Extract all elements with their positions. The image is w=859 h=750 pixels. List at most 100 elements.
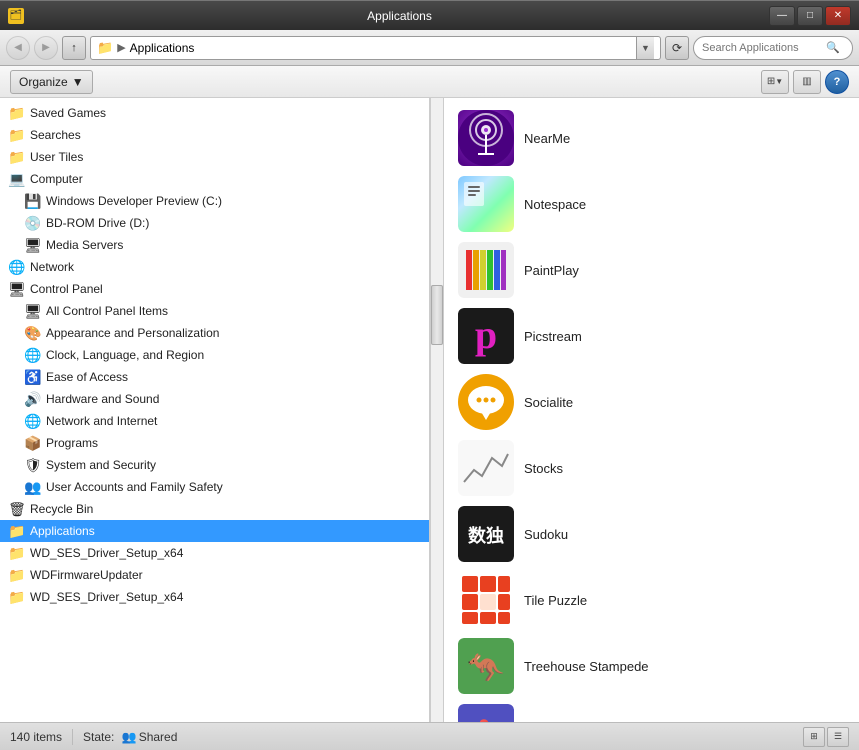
back-button[interactable]: ◀ <box>6 36 30 60</box>
tree-item-system-security[interactable]: 🛡System and Security <box>0 454 429 476</box>
tree-icon-recycle-bin: 🗑 <box>8 500 26 518</box>
status-bar: 140 items State: 👥 Shared ⊞ ☰ <box>0 722 859 750</box>
minimize-button[interactable]: — <box>769 6 795 26</box>
tree-item-bdrom[interactable]: 💿BD-ROM Drive (D:) <box>0 212 429 234</box>
tree-label-user-accounts: User Accounts and Family Safety <box>46 480 223 494</box>
tree-item-network-internet[interactable]: 🌐Network and Internet <box>0 410 429 432</box>
tree-item-applications[interactable]: 📁Applications <box>0 520 429 542</box>
tree-icon-appearance: 🎨 <box>24 324 42 342</box>
app-icon-sudoku: 数独 <box>458 506 514 562</box>
app-item-sudoku[interactable]: 数独 Sudoku <box>452 502 851 566</box>
tree-label-system-security: System and Security <box>46 458 156 472</box>
tree-item-control-panel[interactable]: 🖥Control Panel <box>0 278 429 300</box>
app-item-socialite[interactable]: Socialite <box>452 370 851 434</box>
tree-item-recycle-bin[interactable]: 🗑 Recycle Bin <box>0 498 429 520</box>
tree-item-network[interactable]: 🌐 Network <box>0 256 429 278</box>
tree-item-saved-games[interactable]: 📁Saved Games <box>0 102 429 124</box>
tree-item-wd-ses-setup[interactable]: 📁WD_SES_Driver_Setup_x64 <box>0 542 429 564</box>
tree-label-network: Network <box>30 260 74 274</box>
panel-scrollbar <box>430 98 444 722</box>
tree-label-all-control: All Control Panel Items <box>46 304 168 318</box>
tree-label-bdrom: BD-ROM Drive (D:) <box>46 216 149 230</box>
app-item-notespace[interactable]: Notespace <box>452 172 851 236</box>
window-controls: — □ ✕ <box>769 6 851 26</box>
app-item-nearme[interactable]: NearMe <box>452 106 851 170</box>
panel-button[interactable]: ▥ <box>793 70 821 94</box>
tree-icon-network: 🌐 <box>8 258 26 276</box>
tree-icon-searches: 📁 <box>8 126 26 144</box>
tree-item-wd-firmware[interactable]: 📁 WDFirmwareUpdater <box>0 564 429 586</box>
app-icon-tuberider: 🏂 <box>458 704 514 722</box>
tree-icon-wd-ses-setup: 📁 <box>8 544 26 562</box>
tree-item-appearance[interactable]: 🎨 Appearance and Personalization <box>0 322 429 344</box>
app-item-treehouse[interactable]: 🦘 Treehouse Stampede <box>452 634 851 698</box>
items-count: 140 items <box>10 730 62 744</box>
tree-label-network-internet: Network and Internet <box>46 414 157 428</box>
tree-item-searches[interactable]: 📁Searches <box>0 124 429 146</box>
app-item-tilepuzzle[interactable]: Tile Puzzle <box>452 568 851 632</box>
left-panel: 📁Saved Games📁Searches📁User Tiles💻Compute… <box>0 98 430 722</box>
scrollbar-thumb[interactable] <box>431 285 443 345</box>
up-button[interactable]: ↑ <box>62 36 86 60</box>
app-name-paintplay: PaintPlay <box>524 263 579 278</box>
tree-item-media-servers[interactable]: 🖥Media Servers <box>0 234 429 256</box>
tree-label-hardware-sound: Hardware and Sound <box>46 392 159 406</box>
app-item-paintplay[interactable]: PaintPlay <box>452 238 851 302</box>
tree-label-ease-access: Ease of Access <box>46 370 128 384</box>
organize-button[interactable]: Organize ▼ <box>10 70 93 94</box>
tree-label-windows-dev: Windows Developer Preview (C:) <box>46 194 222 208</box>
search-input[interactable] <box>702 42 822 54</box>
tree-item-user-tiles[interactable]: 📁 User Tiles <box>0 146 429 168</box>
list-view-button[interactable]: ☰ <box>827 727 849 747</box>
tree-item-user-accounts[interactable]: 👥User Accounts and Family Safety <box>0 476 429 498</box>
large-icon-view-button[interactable]: ⊞ <box>803 727 825 747</box>
tree-label-wd-firmware: WDFirmwareUpdater <box>30 568 143 582</box>
search-box[interactable]: 🔍 <box>693 36 853 60</box>
svg-text:🏂: 🏂 <box>469 718 504 722</box>
app-icon-tilepuzzle <box>458 572 514 628</box>
tree-item-windows-dev[interactable]: 💾Windows Developer Preview (C:) <box>0 190 429 212</box>
tree-item-all-control[interactable]: 🖥 All Control Panel Items <box>0 300 429 322</box>
app-item-stocks[interactable]: Stocks <box>452 436 851 500</box>
app-name-nearme: NearMe <box>524 131 570 146</box>
close-button[interactable]: ✕ <box>825 6 851 26</box>
tree-icon-wd-firmware: 📁 <box>8 566 26 584</box>
tree-icon-user-tiles: 📁 <box>8 148 26 166</box>
state-label: State: 👥 Shared <box>83 730 177 744</box>
app-item-tuberider[interactable]: 🏂 Tube Rider <box>452 700 851 722</box>
right-panel: NearMe Notespace PaintPla <box>444 98 859 722</box>
address-bar[interactable]: 📁 ▶ Applications ▼ <box>90 36 661 60</box>
address-text: Applications <box>130 41 195 55</box>
tree-item-computer[interactable]: 💻Computer <box>0 168 429 190</box>
tree-icon-all-control: 🖥 <box>24 302 42 320</box>
address-dropdown[interactable]: ▼ <box>636 37 654 59</box>
forward-button[interactable]: ▶ <box>34 36 58 60</box>
app-icon: 🗂 <box>8 8 24 24</box>
svg-text:p: p <box>475 312 497 357</box>
address-separator: ▶ <box>117 41 125 54</box>
tree-label-user-tiles: User Tiles <box>30 150 83 164</box>
view-button[interactable]: ⊞▼ <box>761 70 789 94</box>
tree-label-recycle-bin: Recycle Bin <box>30 502 93 516</box>
tree-item-clock-lang[interactable]: 🌐Clock, Language, and Region <box>0 344 429 366</box>
tree-icon-computer: 💻 <box>8 170 26 188</box>
tree-label-appearance: Appearance and Personalization <box>46 326 219 340</box>
title-bar: 🗂 Applications — □ ✕ <box>0 0 859 30</box>
app-name-treehouse: Treehouse Stampede <box>524 659 649 674</box>
tree-label-applications: Applications <box>30 524 95 538</box>
tree-label-media-servers: Media Servers <box>46 238 123 252</box>
app-name-stocks: Stocks <box>524 461 563 476</box>
refresh-button[interactable]: ⟳ <box>665 36 689 60</box>
maximize-button[interactable]: □ <box>797 6 823 26</box>
app-icon-stocks <box>458 440 514 496</box>
tree-label-programs: Programs <box>46 436 98 450</box>
app-icon-paintplay <box>458 242 514 298</box>
nav-bar: ◀ ▶ ↑ 📁 ▶ Applications ▼ ⟳ 🔍 <box>0 30 859 66</box>
tree-item-ease-access[interactable]: ♿Ease of Access <box>0 366 429 388</box>
help-button[interactable]: ? <box>825 70 849 94</box>
tree-item-programs[interactable]: 📦Programs <box>0 432 429 454</box>
app-item-picstream[interactable]: p Picstream <box>452 304 851 368</box>
tree-item-wd-ses-setup2[interactable]: 📁WD_SES_Driver_Setup_x64 <box>0 586 429 608</box>
tree-icon-control-panel: 🖥 <box>8 280 26 298</box>
tree-item-hardware-sound[interactable]: 🔊Hardware and Sound <box>0 388 429 410</box>
